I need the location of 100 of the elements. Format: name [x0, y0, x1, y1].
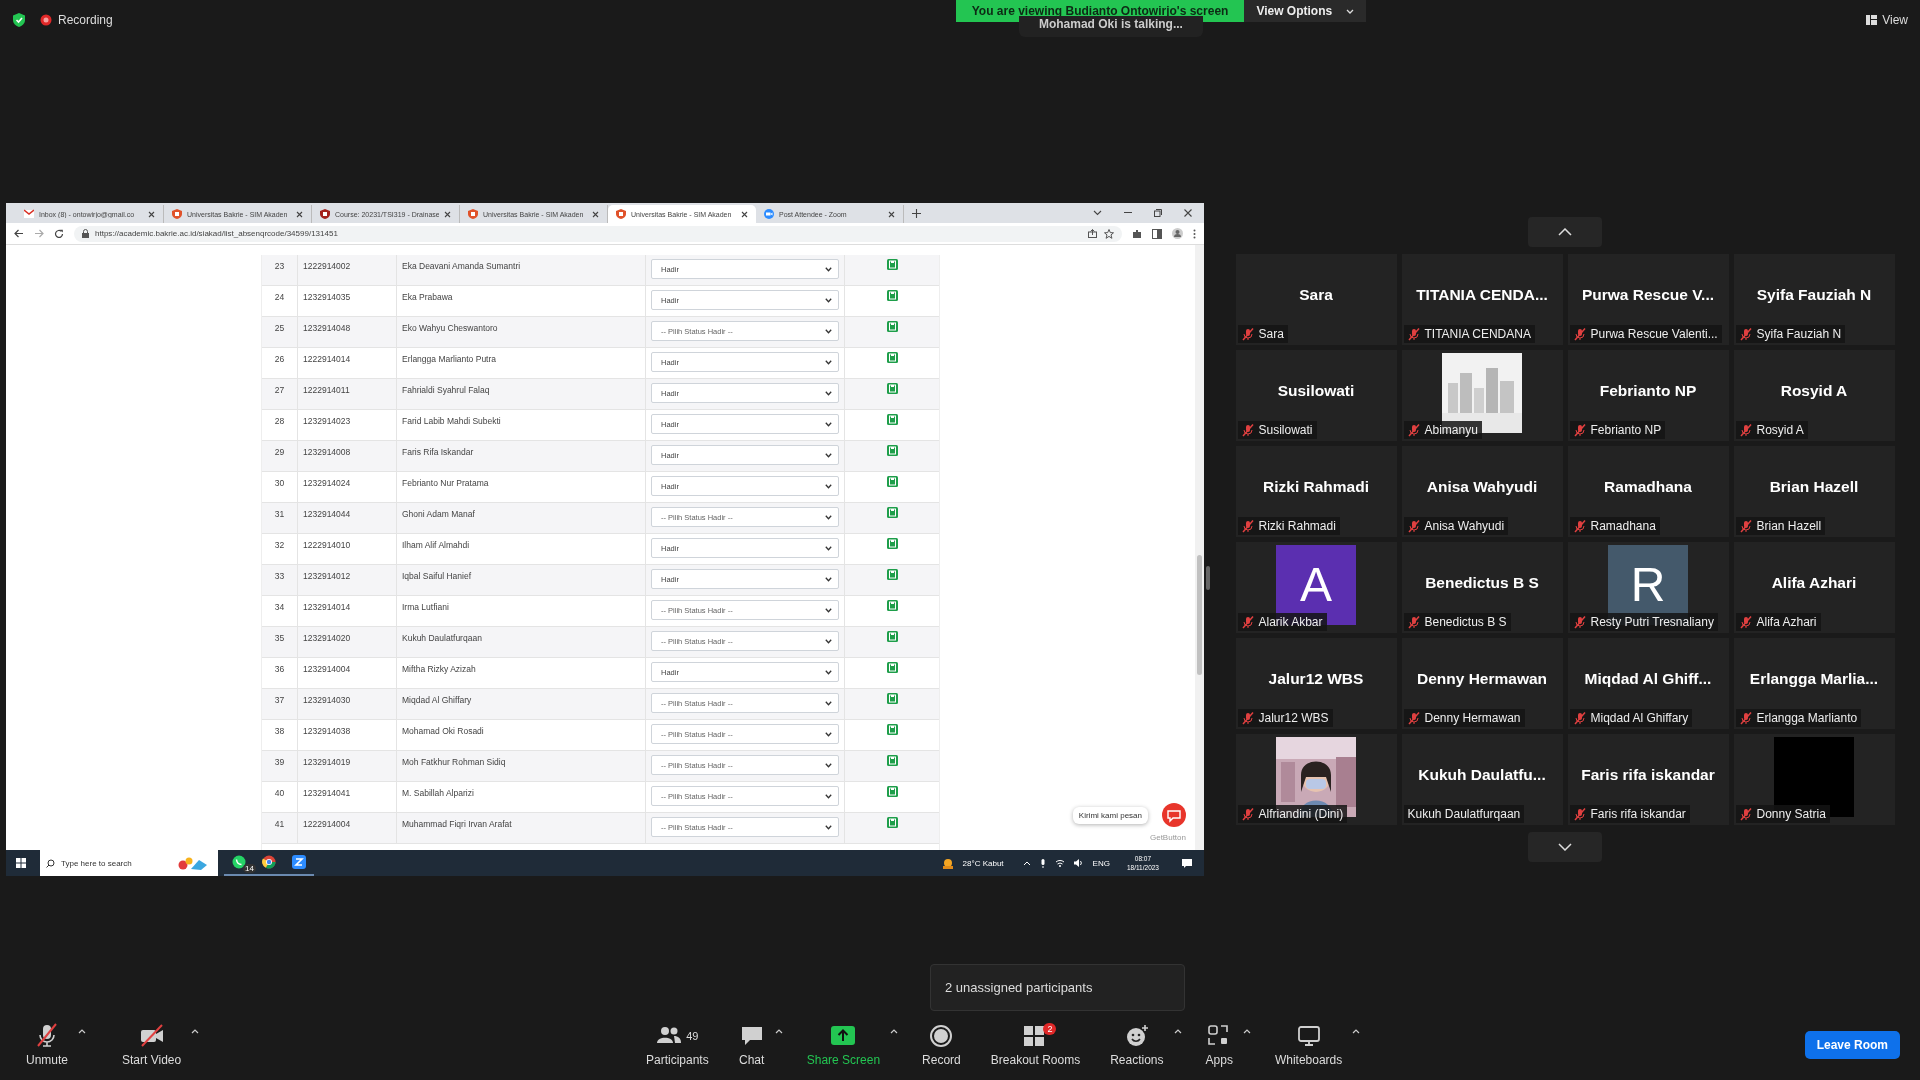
browser-icon[interactable]	[262, 855, 276, 869]
close-icon[interactable]	[741, 210, 748, 218]
table-cell: 27	[262, 379, 298, 409]
leave-button[interactable]: Leave Room	[1804, 1031, 1900, 1059]
save-icon[interactable]	[886, 290, 898, 301]
toolbar-button[interactable]: Chat	[732, 1019, 771, 1071]
reload-icon[interactable]	[54, 228, 64, 239]
save-icon[interactable]	[886, 755, 898, 766]
chat-prompt-button[interactable]: Kirimi kami pesan	[1072, 806, 1148, 824]
toolbar-button[interactable]: Unmute	[20, 1019, 75, 1071]
chevron-down-icon[interactable]	[1093, 210, 1102, 216]
table-cell: Ilham Alif Almahdi	[397, 534, 646, 564]
caret-icon[interactable]	[774, 1029, 783, 1034]
close-icon[interactable]	[1184, 209, 1192, 217]
participant-name: Brian Hazell	[1769, 477, 1859, 496]
close-icon[interactable]	[444, 210, 451, 218]
save-icon[interactable]	[886, 476, 898, 487]
participant-name: Syifa Fauziah N	[1756, 285, 1872, 304]
chevron-up-icon[interactable]	[1022, 860, 1031, 866]
share-icon[interactable]	[1088, 229, 1098, 238]
table-cell: 1232914041	[298, 782, 397, 812]
puzzle-icon[interactable]	[1132, 228, 1142, 239]
chevron-icon	[825, 483, 832, 489]
table-cell: 26	[262, 348, 298, 378]
table-cell: Ghoni Adam Manaf	[397, 503, 646, 533]
recording-indicator[interactable]: Recording	[40, 13, 113, 27]
save-icon[interactable]	[886, 600, 898, 611]
save-icon[interactable]	[886, 817, 898, 828]
table-cell: 1232914035	[298, 286, 397, 316]
save-icon[interactable]	[886, 414, 898, 425]
view-button[interactable]: View	[1866, 0, 1908, 40]
wifi-icon[interactable]	[1054, 859, 1065, 867]
table-cell: Febrianto Nur Pratama	[397, 472, 646, 502]
sidepanel-icon[interactable]	[1152, 228, 1162, 239]
caret-icon[interactable]	[1173, 1029, 1182, 1034]
toolbar-button[interactable]: Whiteboards	[1268, 1019, 1349, 1071]
language-indicator[interactable]: ENG	[1092, 858, 1110, 868]
chat-bubble-icon[interactable]	[1162, 803, 1186, 827]
table-cell: 1232914020	[298, 627, 397, 657]
save-icon[interactable]	[886, 538, 898, 549]
toolbar-button[interactable]: Apps	[1199, 1019, 1239, 1071]
save-icon[interactable]	[886, 383, 898, 394]
name-label: Miqdad Al Ghiffary	[1569, 709, 1693, 727]
address-field[interactable]: https://academic.bakrie.ac.id/siakad/list_absenqrcode/34599/131451	[74, 225, 1122, 242]
notification-icon[interactable]	[1182, 858, 1192, 868]
microphone-icon[interactable]	[1039, 858, 1046, 868]
star-icon[interactable]	[1104, 228, 1114, 239]
chevron-icon	[825, 762, 832, 768]
save-icon[interactable]	[886, 631, 898, 642]
toolbar-button[interactable]: Reactions	[1104, 1019, 1170, 1071]
save-icon[interactable]	[886, 569, 898, 580]
resize-handle[interactable]	[1206, 566, 1210, 590]
name-label: Ramadhana	[1569, 517, 1660, 535]
meeting-app-icon[interactable]	[292, 855, 306, 869]
save-icon[interactable]	[886, 693, 898, 704]
profile-icon[interactable]	[1172, 228, 1183, 239]
toolbar-button[interactable]: Record	[916, 1019, 967, 1071]
toolbar-button[interactable]: 2 Breakout Rooms	[984, 1019, 1087, 1071]
caret-icon[interactable]	[1352, 1029, 1361, 1034]
save-icon[interactable]	[886, 724, 898, 735]
scrollbar[interactable]	[1195, 245, 1204, 850]
close-icon[interactable]	[148, 210, 155, 218]
shield-icon	[12, 12, 26, 28]
save-icon[interactable]	[886, 786, 898, 797]
search-field[interactable]: Type here to search	[61, 858, 171, 868]
toolbar-button[interactable]: 49 Participants	[640, 1019, 715, 1071]
save-icon[interactable]	[886, 259, 898, 270]
name-label: Sara	[1237, 325, 1288, 343]
close-icon[interactable]	[592, 210, 599, 218]
caret-icon[interactable]	[890, 1029, 899, 1034]
windows-icon[interactable]	[16, 858, 26, 868]
more-icon[interactable]	[1193, 228, 1196, 239]
name-label: Purwa Rescue Valenti...	[1569, 325, 1722, 343]
close-icon[interactable]	[888, 210, 895, 218]
table-cell: 1232914030	[298, 689, 397, 719]
close-icon[interactable]	[296, 210, 303, 218]
minimize-icon[interactable]	[1124, 212, 1132, 214]
view-options-button[interactable]: View Options	[1244, 0, 1367, 22]
caret-icon[interactable]	[78, 1029, 87, 1034]
caret-icon[interactable]	[1242, 1029, 1251, 1034]
participant-name: Rosyid A	[1780, 381, 1848, 400]
name-label: Anisa Wahyudi	[1403, 517, 1509, 535]
speaker-icon[interactable]	[1073, 859, 1084, 867]
shield-icon	[468, 209, 478, 219]
save-icon[interactable]	[886, 445, 898, 456]
toolbar-button[interactable]: Start Video	[116, 1019, 188, 1071]
save-icon[interactable]	[886, 507, 898, 518]
table-cell: Faris Rifa Iskandar	[397, 441, 646, 471]
plus-icon[interactable]	[912, 209, 921, 218]
name-label: Benedictus B S	[1403, 613, 1511, 631]
save-icon[interactable]	[886, 352, 898, 363]
table-cell: 1232914004	[298, 658, 397, 688]
restore-icon[interactable]	[1154, 209, 1162, 217]
save-icon[interactable]	[886, 662, 898, 673]
caret-icon[interactable]	[191, 1029, 200, 1034]
table-cell: 1232914038	[298, 720, 397, 750]
back-icon[interactable]	[14, 229, 24, 238]
save-icon[interactable]	[886, 321, 898, 332]
toolbar-button[interactable]: Share Screen	[800, 1019, 887, 1071]
table-cell: 34	[262, 596, 298, 626]
